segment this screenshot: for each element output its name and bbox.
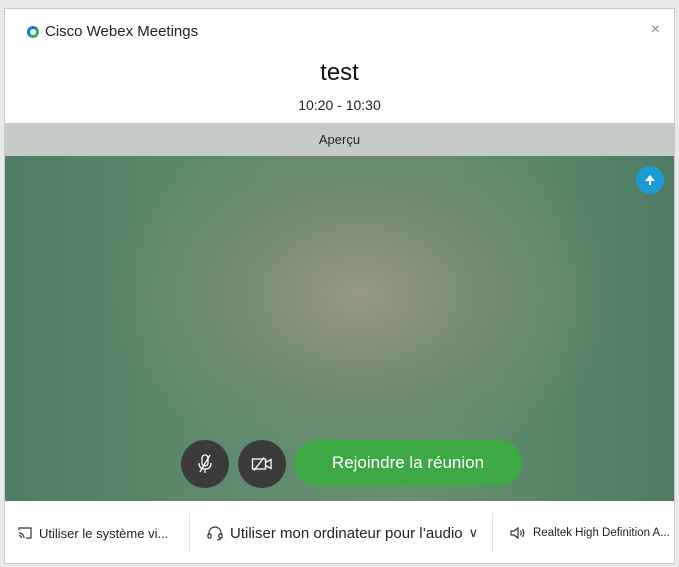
connection-options-bar: Utiliser le système vi... Utiliser mon o…	[5, 501, 674, 563]
app-title: Cisco Webex Meetings	[45, 23, 199, 40]
audio-option-label: Utiliser mon ordinateur pour l’audio	[230, 524, 463, 542]
preview-header: Aperçu	[5, 123, 674, 156]
meeting-time: 10:20 - 10:30	[298, 97, 381, 113]
speaker-icon	[510, 526, 525, 540]
webex-logo-icon	[27, 26, 39, 38]
close-button[interactable]: ×	[651, 22, 660, 38]
stop-video-button[interactable]	[238, 440, 286, 488]
speaker-option[interactable]: Realtek High Definition A...	[509, 501, 674, 563]
cast-screen-icon	[18, 527, 32, 539]
title-bar: Cisco Webex Meetings ×	[5, 9, 674, 53]
webex-window: Cisco Webex Meetings × test 10:20 - 10:3…	[4, 8, 675, 564]
mute-button[interactable]	[181, 440, 229, 488]
chevron-down-icon: ∨	[468, 525, 479, 540]
video-system-label: Utiliser le système vi...	[39, 525, 169, 541]
speaker-label: Realtek High Definition A...	[533, 527, 670, 539]
mic-off-icon	[198, 454, 212, 473]
self-view-icon	[645, 175, 655, 185]
divider	[492, 513, 493, 553]
camera-off-icon	[251, 457, 272, 471]
video-system-option[interactable]: Utiliser le système vi...	[17, 501, 183, 563]
meeting-title: test	[320, 59, 359, 86]
self-view-toggle-button[interactable]	[636, 166, 664, 194]
audio-option-dropdown[interactable]: Utiliser mon ordinateur pour l’audio ∨	[206, 501, 479, 563]
video-preview: Rejoindre la réunion	[5, 156, 674, 501]
headset-icon	[207, 526, 223, 541]
join-meeting-button[interactable]: Rejoindre la réunion	[294, 440, 522, 486]
divider	[189, 513, 190, 553]
